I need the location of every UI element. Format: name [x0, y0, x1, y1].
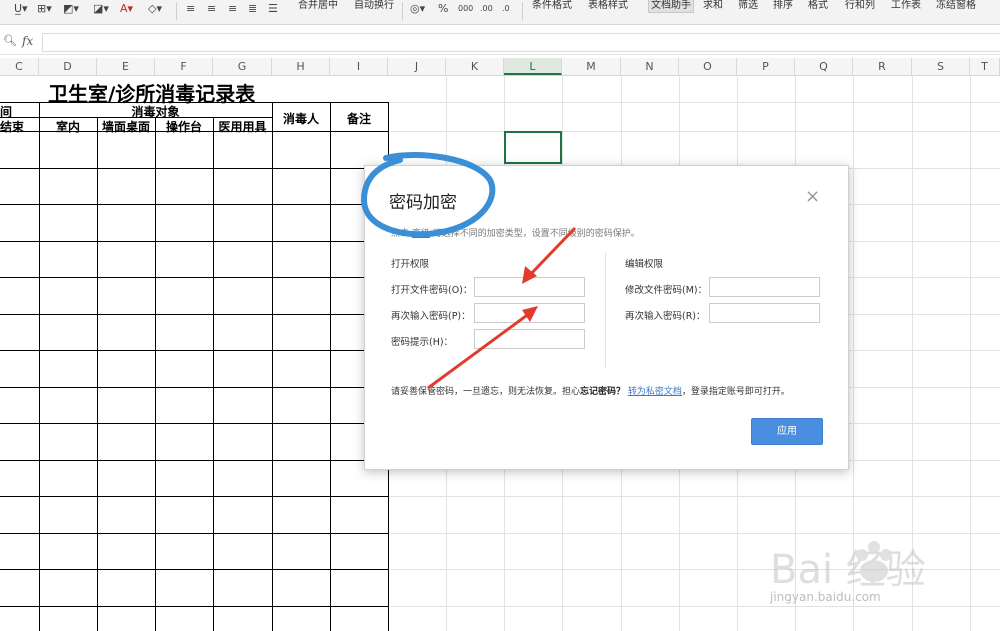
column-header[interactable]: M	[562, 58, 621, 75]
subheader-indoor: 室内	[55, 120, 80, 134]
password-hint-input[interactable]	[474, 329, 585, 349]
worksheet-button[interactable]: 工作表	[891, 0, 921, 12]
edit-password-label: 修改文件密码(M)：	[625, 285, 708, 296]
column-header[interactable]: J	[388, 58, 446, 75]
fx-icon[interactable]: fx	[22, 34, 33, 48]
edit-confirm-label: 再次输入密码(R)：	[625, 311, 706, 322]
formula-input[interactable]	[42, 33, 1000, 52]
private-doc-link[interactable]: 转为私密文档	[628, 387, 682, 397]
thousands-icon[interactable]: 000	[458, 2, 473, 16]
column-header[interactable]: P	[737, 58, 795, 75]
sum-button[interactable]: 求和	[703, 0, 723, 12]
column-header[interactable]: Q	[795, 58, 853, 75]
edit-password-input[interactable]	[709, 277, 820, 297]
column-header[interactable]: F	[155, 58, 213, 75]
sort-button[interactable]: 排序	[773, 0, 793, 12]
toolbar-divider	[402, 2, 403, 20]
column-header[interactable]: E	[97, 58, 155, 75]
currency-icon[interactable]: ◎▾	[410, 2, 425, 16]
fill-color-icon[interactable]: ◩▾	[63, 2, 79, 16]
sheet-title: 卫生室/诊所消毒记录表	[48, 82, 256, 106]
zoom-search-icon[interactable]: 🔍︎	[3, 34, 17, 47]
column-header[interactable]: C	[0, 58, 39, 75]
border-icon[interactable]: ⊞▾	[37, 2, 52, 16]
rows-cols-button[interactable]: 行和列	[845, 0, 875, 12]
align-right-icon[interactable]: ≡	[228, 2, 237, 16]
column-header[interactable]: S	[912, 58, 970, 75]
align-left-icon[interactable]: ≡	[186, 2, 195, 16]
header-end: 结束	[0, 120, 25, 134]
title-underline	[0, 102, 48, 103]
font-color-icon[interactable]: A▾	[120, 2, 133, 16]
active-cell[interactable]	[504, 131, 562, 164]
open-confirm-input[interactable]	[474, 303, 585, 323]
close-icon[interactable]: ×	[805, 186, 820, 207]
clear-format-icon[interactable]: ◇▾	[148, 2, 162, 16]
column-header-selected[interactable]: L	[504, 58, 562, 75]
column-header[interactable]: D	[39, 58, 97, 75]
column-header[interactable]: K	[446, 58, 504, 75]
conditional-format-button[interactable]: 条件格式	[532, 0, 572, 12]
section-divider	[605, 252, 606, 369]
open-password-input[interactable]	[474, 277, 585, 297]
column-header[interactable]: G	[213, 58, 272, 75]
edit-confirm-input[interactable]	[709, 303, 820, 323]
distributed-icon[interactable]: ☰	[268, 2, 278, 16]
toolbar-divider	[176, 2, 177, 20]
column-header[interactable]: R	[853, 58, 912, 75]
table-border	[97, 117, 98, 631]
table-border	[155, 117, 156, 631]
open-confirm-label: 再次输入密码(P)：	[391, 311, 471, 322]
column-header[interactable]: H	[272, 58, 330, 75]
table-border	[39, 102, 40, 631]
forgot-password-text: 忘记密码？	[580, 387, 626, 397]
note-prefix: 请妥善保管密码，一旦遗忘，则无法恢复。担心	[391, 387, 581, 397]
open-password-label: 打开文件密码(O)：	[391, 285, 473, 296]
percent-button[interactable]: %	[438, 2, 448, 16]
decimal-increase-button[interactable]: .00	[480, 2, 493, 16]
underline-icon[interactable]: U̲▾	[14, 2, 28, 16]
align-center-icon[interactable]: ≡	[207, 2, 216, 16]
watermark-url: jingyan.baidu.com	[770, 590, 881, 604]
subheader-wall-desk: 墙面桌面	[101, 120, 150, 134]
toolbar-divider	[522, 2, 523, 20]
table-style-button[interactable]: 表格样式	[588, 0, 628, 12]
merge-center-button[interactable]: 合并居中	[298, 0, 338, 12]
open-permission-heading: 打开权限	[391, 259, 430, 270]
column-header[interactable]: O	[679, 58, 737, 75]
edit-permission-heading: 编辑权限	[625, 259, 664, 270]
column-header[interactable]: N	[621, 58, 679, 75]
filter-button[interactable]: 筛选	[738, 0, 758, 12]
justify-icon[interactable]: ≣	[248, 2, 257, 16]
header-person: 消毒人	[282, 112, 319, 126]
table-border	[213, 117, 214, 631]
subheader-workbench: 操作台	[165, 120, 202, 134]
subheader-medical-tools: 医用用具	[218, 120, 267, 134]
password-hint-label: 密码提示(H)：	[391, 337, 454, 348]
doc-assistant-button[interactable]: 文档助手	[648, 0, 694, 13]
warning-note: 请妥善保管密码，一旦遗忘，则无法恢复。担心忘记密码？ 转为私密文档，登录指定账号…	[391, 384, 790, 397]
format-button[interactable]: 格式	[808, 0, 828, 12]
freeze-panes-button[interactable]: 冻结窗格	[936, 0, 976, 12]
apply-button[interactable]: 应用	[751, 418, 823, 445]
annotation-circle	[360, 151, 496, 238]
table-border	[272, 102, 273, 631]
watermark-brand: Bai 经验	[770, 547, 926, 593]
column-header[interactable]: I	[330, 58, 388, 75]
note-suffix: ，登录指定账号即可打开。	[681, 387, 790, 397]
column-header[interactable]: T	[970, 58, 1000, 75]
header-note: 备注	[346, 112, 371, 126]
highlight-icon[interactable]: ◪▾	[93, 2, 109, 16]
column-header-bar: C D E F G H I J K L M N O P Q R S T	[0, 58, 1000, 76]
ribbon-toolbar: U̲▾ ⊞▾ ◩▾ ◪▾ A▾ ◇▾ ≡ ≡ ≡ ≣ ☰ 合并居中 自动换行 ◎…	[0, 0, 1000, 25]
wrap-text-button[interactable]: 自动换行	[354, 0, 394, 12]
decimal-decrease-button[interactable]: .0	[502, 2, 510, 16]
table-border	[330, 102, 331, 631]
